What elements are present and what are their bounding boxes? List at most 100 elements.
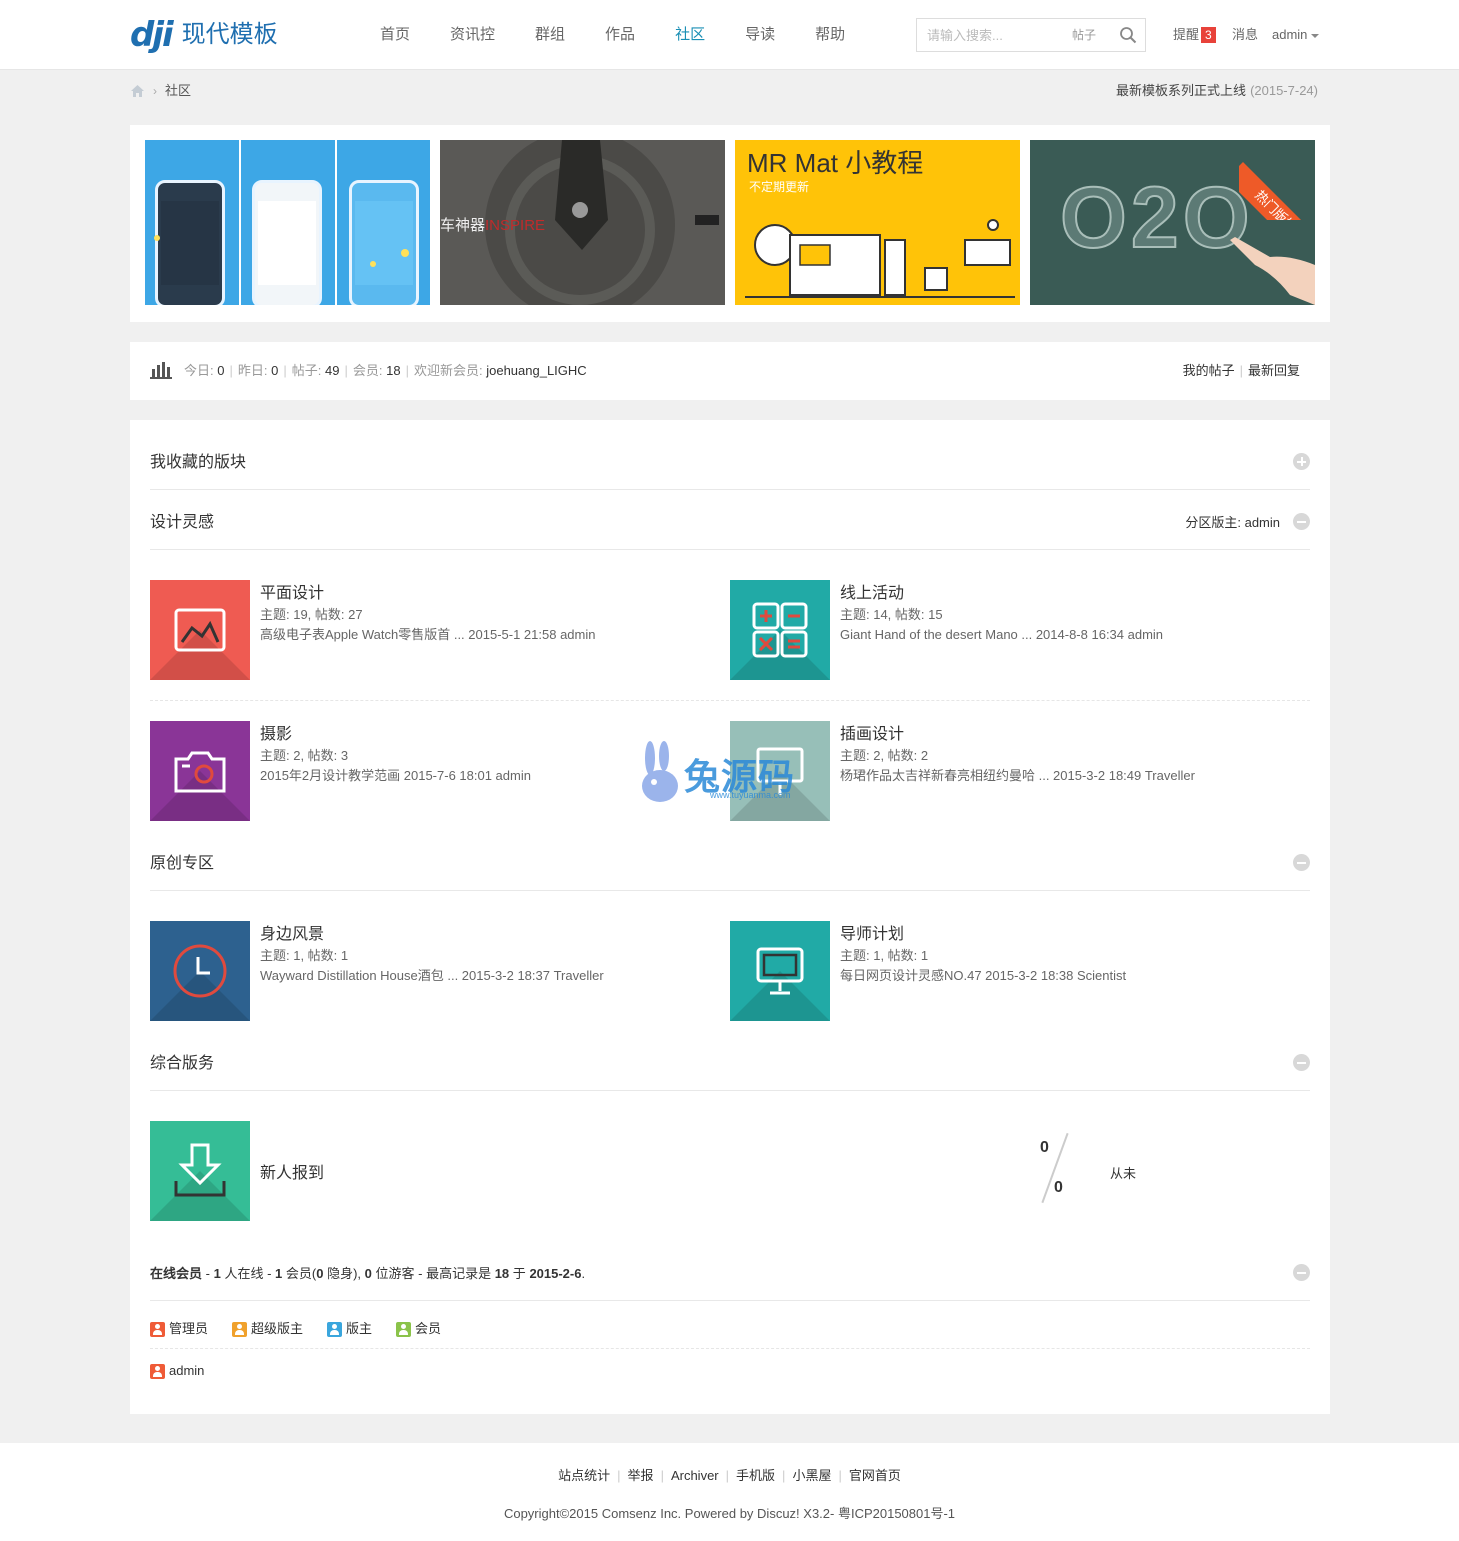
banner-slide-drone[interactable]: 车神器INSPIRE [440,140,725,305]
banner-slide-o2o[interactable]: O2O 热门版块 [1030,140,1315,305]
forum-last-post[interactable]: 杨珺作品太吉祥新春亮相纽约曼哈 ... 2015-3-2 18:49 Trave… [840,767,1195,785]
admin-user-icon [150,1321,165,1337]
nav-guide[interactable]: 导读 [725,0,795,70]
forum-item-photo[interactable]: 摄影 主题: 2, 帖数: 3 2015年2月设计教学范画 2015-7-6 1… [150,721,710,821]
chevron-down-icon [1311,33,1320,38]
my-posts-link[interactable]: 我的帖子 [1183,363,1235,378]
nav-home[interactable]: 首页 [360,0,430,70]
new-member-link[interactable]: joehuang_LIGHC [486,363,586,378]
camera-icon [174,751,226,793]
moderator-user-icon [327,1321,343,1337]
legend-label: 管理员 [169,1321,209,1336]
collapse-icon[interactable] [1293,1264,1310,1281]
super-moderator-user-icon [232,1321,248,1337]
hidden-text: 隐身), [327,1266,362,1281]
slide2-accent: INSPIRE [485,217,546,234]
forum-list-panel: 我收藏的版块 设计灵感 分区版主: admin 平面设计 主题: 19, 帖数:… [130,420,1330,1414]
slide3-title: MR Mat 小教程 [747,148,924,178]
hidden-count: 0 [316,1266,324,1281]
forum-counts: 主题: 1, 帖数: 1 [260,948,349,963]
legend-member: 会员 [396,1320,441,1338]
forum-last-post[interactable]: 每日网页设计灵感NO.47 2015-3-2 18:38 Scientist [840,967,1126,985]
nav-help[interactable]: 帮助 [795,0,865,70]
forum-name[interactable]: 新人报到 [260,1159,324,1183]
forum-last-post[interactable]: Wayward Distillation House酒包 ... 2015-3-… [260,967,604,985]
app-decoration-image [154,140,409,305]
breadcrumb-current[interactable]: 社区 [165,80,191,102]
online-username[interactable]: admin [169,1362,204,1380]
search-icon[interactable] [1119,26,1137,44]
collapse-icon[interactable] [1293,513,1310,530]
latest-replies-link[interactable]: 最新回复 [1248,363,1300,378]
posts-count: 49 [325,363,340,378]
online-text: 人在线 [224,1266,264,1281]
thread-count: 0 [1040,1139,1049,1156]
nav-community[interactable]: 社区 [655,0,725,70]
section-title-favorites: 我收藏的版块 [150,454,247,471]
messages-link[interactable]: 消息 [1232,26,1258,44]
ribbon-label: 热门版块 [1239,162,1315,220]
home-icon[interactable] [130,84,145,98]
notification-count-badge: 3 [1201,27,1216,43]
section-moderator[interactable]: 分区版主: admin [1185,511,1280,535]
footer-link-homepage[interactable]: 官网首页 [849,1468,901,1483]
forum-name[interactable]: 摄影 [260,723,292,747]
expand-icon[interactable] [1293,453,1310,470]
collapse-icon[interactable] [1293,1054,1310,1071]
legend-super-moderator: 超级版主 [232,1320,303,1338]
welcome-label: 欢迎新会员: [413,363,483,378]
hand-with-chalk-image [1230,237,1315,305]
online-label[interactable]: 在线会员 [150,1266,202,1281]
footer-link-mobile[interactable]: 手机版 [736,1468,775,1483]
legend-admin: 管理员 [150,1320,208,1338]
forum-last-post[interactable]: 2015年2月设计教学范画 2015-7-6 18:01 admin [260,767,531,785]
forum-name[interactable]: 线上活动 [840,582,904,606]
thread-post-ratio: 0 0 [1030,1121,1090,1221]
banner-slider: 车神器INSPIRE MR Mat 小教程 不定期更新 O2O 热门版块 [130,125,1330,322]
member-legend: 管理员 超级版主 版主 会员 [150,1320,465,1338]
notification-link[interactable]: 提醒 3 [1173,26,1216,44]
forum-name[interactable]: 导师计划 [840,923,904,947]
forum-name[interactable]: 平面设计 [260,582,324,606]
search-input[interactable] [917,19,1067,51]
forum-name[interactable]: 插画设计 [840,723,904,747]
footer-link-stats[interactable]: 站点统计 [558,1468,610,1483]
forum-item-scenery[interactable]: 身边风景 主题: 1, 帖数: 1 Wayward Distillation H… [150,921,710,1021]
forum-item-online-activity[interactable]: 线上活动 主题: 14, 帖数: 15 Giant Hand of the de… [730,580,1290,680]
forum-icon-newbie[interactable] [150,1121,250,1221]
forum-name[interactable]: 身边风景 [260,923,324,947]
collapse-icon[interactable] [1293,854,1310,871]
nav-groups[interactable]: 群组 [515,0,585,70]
main-nav: 首页 资讯控 群组 作品 社区 导读 帮助 [360,0,865,70]
forum-icon-online-activity[interactable] [730,580,830,680]
forum-last-post[interactable]: 高级电子表Apple Watch零售版首 ... 2015-5-1 21:58 … [260,626,595,644]
forum-item-newbie[interactable]: 新人报到 0 0 从未 [150,1121,1310,1221]
forum-icon-scenery[interactable] [150,921,250,1021]
announcement[interactable]: 最新模板系列正式上线 (2015-7-24) [1116,80,1318,102]
footer-link-archiver[interactable]: Archiver [671,1468,719,1483]
logo-text: 现代模板 [181,21,278,48]
user-menu[interactable]: admin [1272,26,1320,44]
forum-item-graphic[interactable]: 平面设计 主题: 19, 帖数: 27 高级电子表Apple Watch零售版首… [150,580,710,680]
notification-label: 提醒 [1173,27,1200,42]
nav-news[interactable]: 资讯控 [430,0,515,70]
slide2-caption: 车神器INSPIRE [440,214,545,235]
site-logo[interactable]: dji 现代模板 [130,18,278,52]
footer-link-blacklist[interactable]: 小黑屋 [792,1468,831,1483]
banner-slide-app[interactable] [145,140,430,305]
forum-icon-graphic[interactable] [150,580,250,680]
banner-slide-tutorial[interactable]: MR Mat 小教程 不定期更新 [735,140,1020,305]
forum-last-post[interactable]: Giant Hand of the desert Mano ... 2014-8… [840,626,1163,644]
forum-icon-photo[interactable] [150,721,250,821]
search-type-select[interactable]: 帖子 [1072,19,1096,51]
online-user-admin[interactable]: admin [150,1362,204,1380]
forum-icon-mentor[interactable] [730,921,830,1021]
forum-counts: 主题: 2, 帖数: 2 [840,748,929,763]
legend-label: 超级版主 [251,1321,304,1336]
forum-counts: 主题: 19, 帖数: 27 [260,607,363,622]
forum-stats-bar: 今日: 0 | 昨日: 0 | 帖子: 49 | 会员: 18 | 欢迎新会员: joehuan… [130,342,1330,400]
copyright-text: Copyright©2015 Comsenz Inc. Powered by D… [503,1506,956,1521]
footer-link-report[interactable]: 举报 [628,1468,654,1483]
forum-item-mentor[interactable]: 导师计划 主题: 1, 帖数: 1 每日网页设计灵感NO.47 2015-3-2… [730,921,1290,1021]
nav-works[interactable]: 作品 [585,0,655,70]
